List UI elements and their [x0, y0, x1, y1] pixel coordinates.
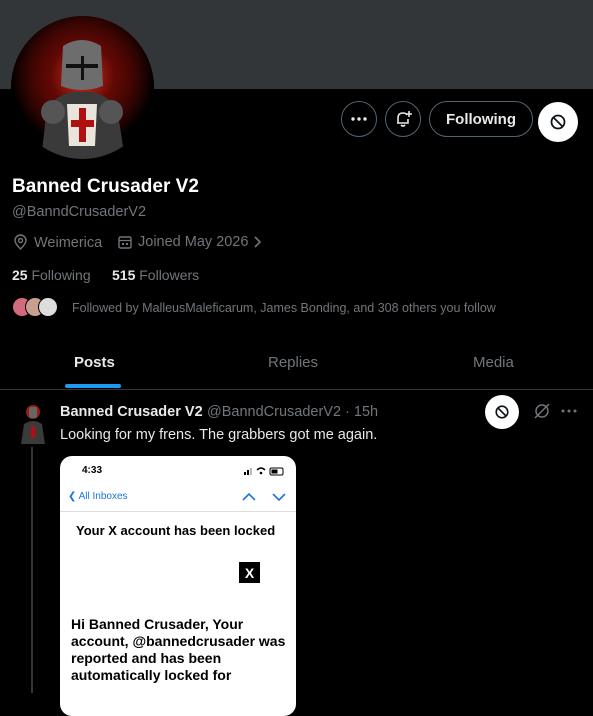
more-options-button[interactable]	[341, 101, 377, 137]
profile-location: Weimerica	[12, 234, 102, 251]
grok-button[interactable]	[533, 402, 551, 420]
mail-subject: Your X account has been locked	[76, 523, 276, 538]
active-tab-indicator	[65, 384, 121, 388]
followers-label: Followers	[139, 267, 200, 283]
tabs-divider	[0, 389, 593, 390]
profile-handle: @BanndCrusaderV2	[12, 204, 147, 220]
notification-bell-icon	[397, 111, 412, 127]
tab-media[interactable]: Media	[473, 354, 514, 371]
more-icon	[351, 117, 367, 121]
phone-status-time: 4:33	[82, 465, 103, 476]
phone-status-icons	[244, 467, 284, 476]
post-handle-time[interactable]: @BanndCrusaderV2 · 15h	[207, 404, 378, 420]
calendar-icon	[118, 236, 132, 249]
post-more-icon	[561, 409, 577, 413]
post-avatar[interactable]	[16, 404, 50, 444]
following-count: 25	[12, 267, 28, 283]
following-label: Following	[31, 267, 91, 283]
mail-divider	[60, 511, 296, 512]
post-media-image[interactable]: 4:33 ❮ All Inboxes Your X account has be…	[60, 456, 296, 716]
followed-by-avatars[interactable]	[12, 297, 62, 319]
location-text: Weimerica	[34, 234, 103, 251]
post-text: Looking for my frens. The grabbers got m…	[60, 427, 378, 443]
block-icon	[550, 114, 566, 130]
followed-by-text[interactable]: Followed by MalleusMaleficarum, James Bo…	[72, 301, 496, 315]
profile-joined[interactable]: Joined May 2026	[117, 234, 263, 250]
mail-nav-chevrons-icon	[242, 492, 286, 502]
block-icon	[495, 405, 509, 419]
following-button[interactable]: Following	[429, 101, 533, 137]
chevron-right-icon	[254, 236, 262, 248]
all-inboxes-link: ❮ All Inboxes	[68, 491, 128, 502]
grok-icon	[534, 403, 550, 419]
followers-count-link[interactable]: 515 Followers	[112, 267, 199, 283]
block-button[interactable]	[538, 102, 578, 142]
joined-text: Joined May 2026	[138, 234, 249, 250]
mail-body: Hi Banned Crusader, Your account, @banne…	[71, 616, 286, 683]
notifications-button[interactable]	[385, 101, 421, 137]
profile-avatar[interactable]	[11, 16, 154, 159]
post-more-button[interactable]	[560, 402, 578, 420]
followers-count: 515	[112, 267, 136, 283]
profile-name: Banned Crusader V2	[12, 176, 199, 197]
thread-line	[31, 447, 33, 693]
back-chevron-icon: ❮	[68, 491, 77, 502]
following-count-link[interactable]: 25 Following	[12, 267, 91, 283]
tab-replies[interactable]: Replies	[268, 354, 318, 371]
x-logo-icon: X	[239, 562, 260, 583]
tab-posts[interactable]: Posts	[74, 354, 115, 371]
location-icon	[14, 234, 27, 250]
crusader-avatar-image	[11, 16, 154, 159]
post-author-name[interactable]: Banned Crusader V2	[60, 404, 203, 420]
follower-avatar	[38, 297, 58, 317]
post-block-button[interactable]	[485, 395, 519, 429]
